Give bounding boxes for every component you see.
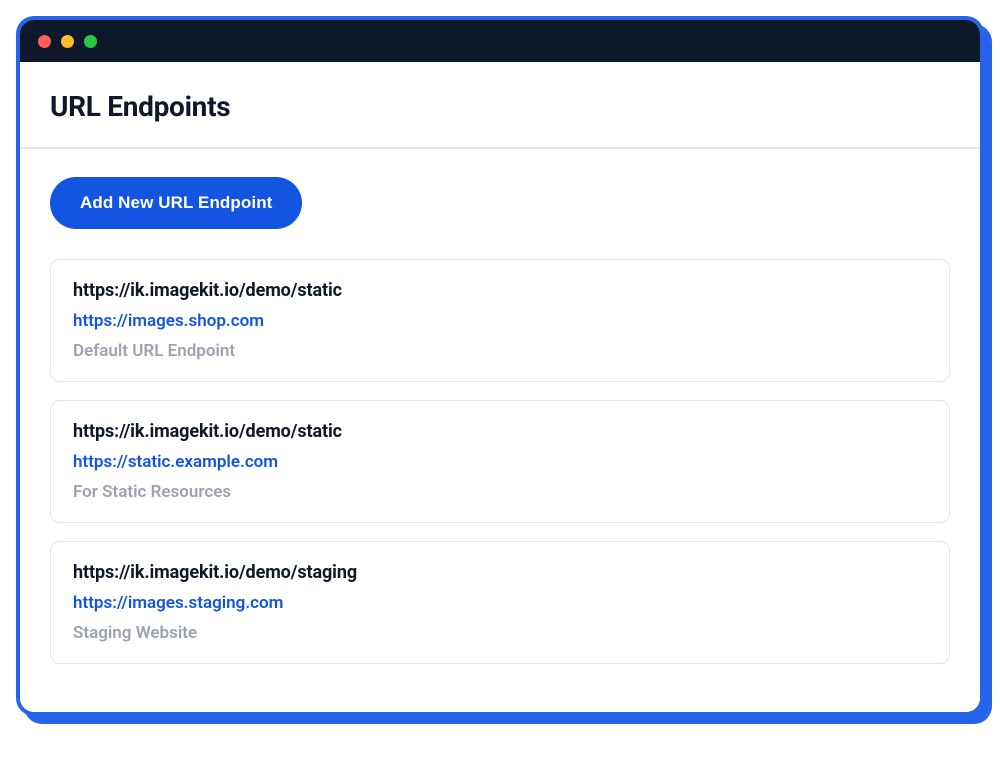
endpoint-primary-url: https://ik.imagekit.io/demo/static bbox=[73, 421, 927, 442]
titlebar bbox=[20, 20, 980, 62]
endpoint-card[interactable]: https://ik.imagekit.io/demo/staging http… bbox=[50, 541, 950, 664]
endpoint-description: Default URL Endpoint bbox=[73, 341, 927, 361]
close-icon[interactable] bbox=[38, 35, 51, 48]
maximize-icon[interactable] bbox=[84, 35, 97, 48]
add-endpoint-button[interactable]: Add New URL Endpoint bbox=[50, 177, 302, 229]
endpoint-primary-url: https://ik.imagekit.io/demo/staging bbox=[73, 562, 927, 583]
endpoint-card[interactable]: https://ik.imagekit.io/demo/static https… bbox=[50, 259, 950, 382]
minimize-icon[interactable] bbox=[61, 35, 74, 48]
app-window: URL Endpoints Add New URL Endpoint https… bbox=[20, 20, 980, 712]
endpoint-primary-url: https://ik.imagekit.io/demo/static bbox=[73, 280, 927, 301]
endpoint-description: For Static Resources bbox=[73, 482, 927, 502]
page-title: URL Endpoints bbox=[50, 90, 950, 123]
endpoint-alias-link[interactable]: https://static.example.com bbox=[73, 452, 927, 472]
endpoint-alias-link[interactable]: https://images.staging.com bbox=[73, 593, 927, 613]
endpoint-description: Staging Website bbox=[73, 623, 927, 643]
page-body: Add New URL Endpoint https://ik.imagekit… bbox=[20, 149, 980, 712]
page-header: URL Endpoints bbox=[20, 62, 980, 147]
endpoint-alias-link[interactable]: https://images.shop.com bbox=[73, 311, 927, 331]
content-area: URL Endpoints Add New URL Endpoint https… bbox=[20, 62, 980, 712]
endpoint-card[interactable]: https://ik.imagekit.io/demo/static https… bbox=[50, 400, 950, 523]
